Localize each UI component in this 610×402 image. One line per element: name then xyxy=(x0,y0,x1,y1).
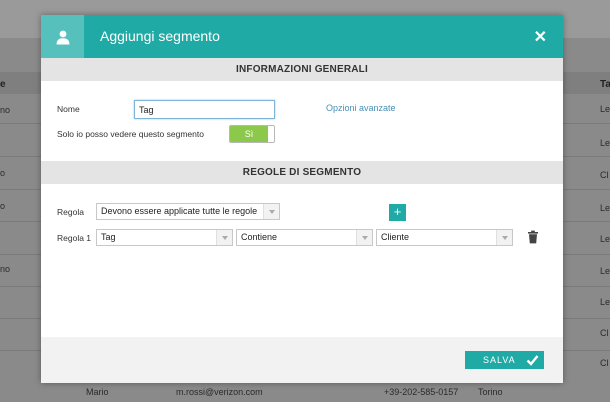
rule-1-operator-select[interactable]: Contiene xyxy=(236,229,373,246)
modal-icon-box xyxy=(41,15,84,58)
background-row-divider xyxy=(563,254,610,255)
check-icon xyxy=(526,355,539,366)
background-cell: o xyxy=(0,201,6,211)
background-row-divider xyxy=(0,318,42,319)
chevron-down-icon xyxy=(216,230,232,245)
background-row-divider xyxy=(563,156,610,157)
rule-1-value-select[interactable]: Cliente xyxy=(376,229,513,246)
close-icon[interactable]: ✕ xyxy=(534,27,547,47)
background-row-divider xyxy=(0,286,42,287)
rule-1-field-select[interactable]: Tag xyxy=(96,229,233,246)
background-header-text-right: Ta xyxy=(600,79,610,90)
background-cell: Le xyxy=(600,104,610,114)
background-cell: Le xyxy=(600,203,610,213)
background-row-divider xyxy=(563,189,610,190)
rule-1-operator-value: Contiene xyxy=(241,232,278,242)
background-cell: o xyxy=(0,168,6,178)
background-row-divider xyxy=(0,156,42,157)
toggle-on-label: Sì xyxy=(230,126,268,142)
rule-1-value-value: Cliente xyxy=(381,232,410,242)
background-cell-phone: +39-202-585-0157 xyxy=(384,387,459,397)
background-row-divider xyxy=(563,221,610,222)
background-row-divider xyxy=(563,123,610,124)
chevron-down-icon xyxy=(496,230,512,245)
advanced-options-link[interactable]: Opzioni avanzate xyxy=(326,103,396,113)
save-button[interactable]: SALVA xyxy=(465,351,544,369)
background-row-divider xyxy=(0,350,42,351)
rule-mode-value: Devono essere applicate tutte le regole xyxy=(101,206,258,216)
rule-mode-label: Regola xyxy=(57,207,84,217)
background-row-divider xyxy=(0,189,42,190)
modal-header: Aggiungi segmento ✕ xyxy=(41,15,563,58)
background-cell: Le xyxy=(600,138,610,148)
modal-footer: SALVA xyxy=(41,337,563,383)
section-segment-rules: REGOLE DI SEGMENTO xyxy=(41,161,563,184)
add-rule-button[interactable]: + xyxy=(389,204,406,221)
modal-title: Aggiungi segmento xyxy=(100,28,220,44)
rule-1-field-value: Tag xyxy=(101,232,116,242)
chevron-down-icon xyxy=(356,230,372,245)
name-label: Nome xyxy=(57,104,80,114)
background-cell-email: m.rossi@verizon.com xyxy=(176,387,263,397)
background-row-divider xyxy=(563,286,610,287)
background-cell: no xyxy=(0,105,11,115)
trash-icon[interactable] xyxy=(526,230,540,244)
background-row-divider xyxy=(0,221,42,222)
chevron-down-icon xyxy=(263,204,279,219)
background-cell: no xyxy=(0,264,11,274)
background-row-divider xyxy=(563,318,610,319)
background-bottom-row: Mario m.rossi@verizon.com +39-202-585-01… xyxy=(0,383,610,402)
rule-1-label: Regola 1 xyxy=(57,233,92,243)
section-general-info: INFORMAZIONI GENERALI xyxy=(41,58,563,81)
user-icon xyxy=(56,30,69,44)
background-cell: Le xyxy=(600,234,610,244)
add-segment-modal: Aggiungi segmento ✕ INFORMAZIONI GENERAL… xyxy=(41,15,563,383)
background-cell: Le xyxy=(600,297,610,307)
toggle-knob[interactable] xyxy=(268,126,274,142)
background-row-divider xyxy=(0,254,42,255)
private-segment-toggle[interactable]: Sì xyxy=(229,125,275,143)
background-cell: Le xyxy=(600,266,610,276)
background-cell: Cl xyxy=(600,358,609,368)
save-button-label: SALVA xyxy=(483,355,516,365)
rule-mode-select[interactable]: Devono essere applicate tutte le regole xyxy=(96,203,280,220)
background-cell-city: Torino xyxy=(478,387,503,397)
background-row-divider xyxy=(0,123,42,124)
background-table-header-left xyxy=(0,72,42,94)
background-cell: Cl xyxy=(600,170,609,180)
background-header-text-left: e xyxy=(0,79,6,90)
segment-name-input[interactable] xyxy=(134,100,275,119)
background-cell-name: Mario xyxy=(86,387,109,397)
background-row-divider xyxy=(563,350,610,351)
private-segment-label: Solo io posso vedere questo segmento xyxy=(57,129,204,139)
background-cell: Cl xyxy=(600,328,609,338)
